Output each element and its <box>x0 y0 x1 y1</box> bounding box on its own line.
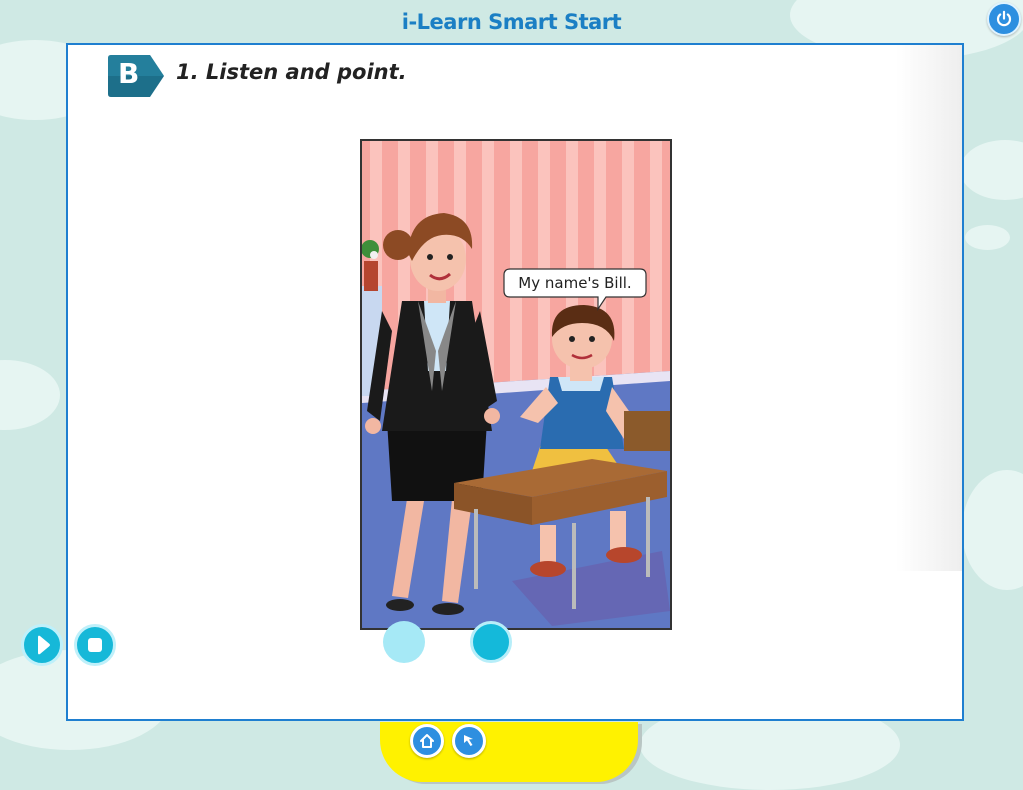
background-cloud <box>965 225 1010 250</box>
page-indicator-2[interactable] <box>470 621 512 663</box>
content-frame: B 1. Listen and point. My name's Bill. <box>66 43 964 721</box>
classroom-scene: My name's Bill. <box>362 141 670 628</box>
back-button[interactable] <box>452 724 486 758</box>
power-button[interactable] <box>987 2 1021 36</box>
stop-button[interactable] <box>74 624 116 666</box>
background-cloud <box>0 360 60 430</box>
background-cloud <box>960 140 1023 200</box>
illustration: My name's Bill. <box>360 139 672 630</box>
power-icon <box>996 10 1012 27</box>
speech-bubble-text: My name's Bill. <box>518 274 631 292</box>
play-button[interactable] <box>21 624 63 666</box>
section-letter: B <box>118 57 140 90</box>
instruction-text: 1. Listen and point. <box>176 60 407 84</box>
edge-fade <box>896 45 962 571</box>
stop-icon <box>88 638 102 652</box>
page-indicator-1[interactable] <box>383 621 425 663</box>
app-title: i-Learn Smart Start <box>401 10 622 34</box>
background-cloud <box>962 470 1023 590</box>
back-arrow-icon <box>464 735 473 746</box>
section-badge: B <box>106 54 166 98</box>
home-button[interactable] <box>410 724 444 758</box>
play-icon <box>38 635 50 655</box>
home-icon <box>420 734 434 748</box>
